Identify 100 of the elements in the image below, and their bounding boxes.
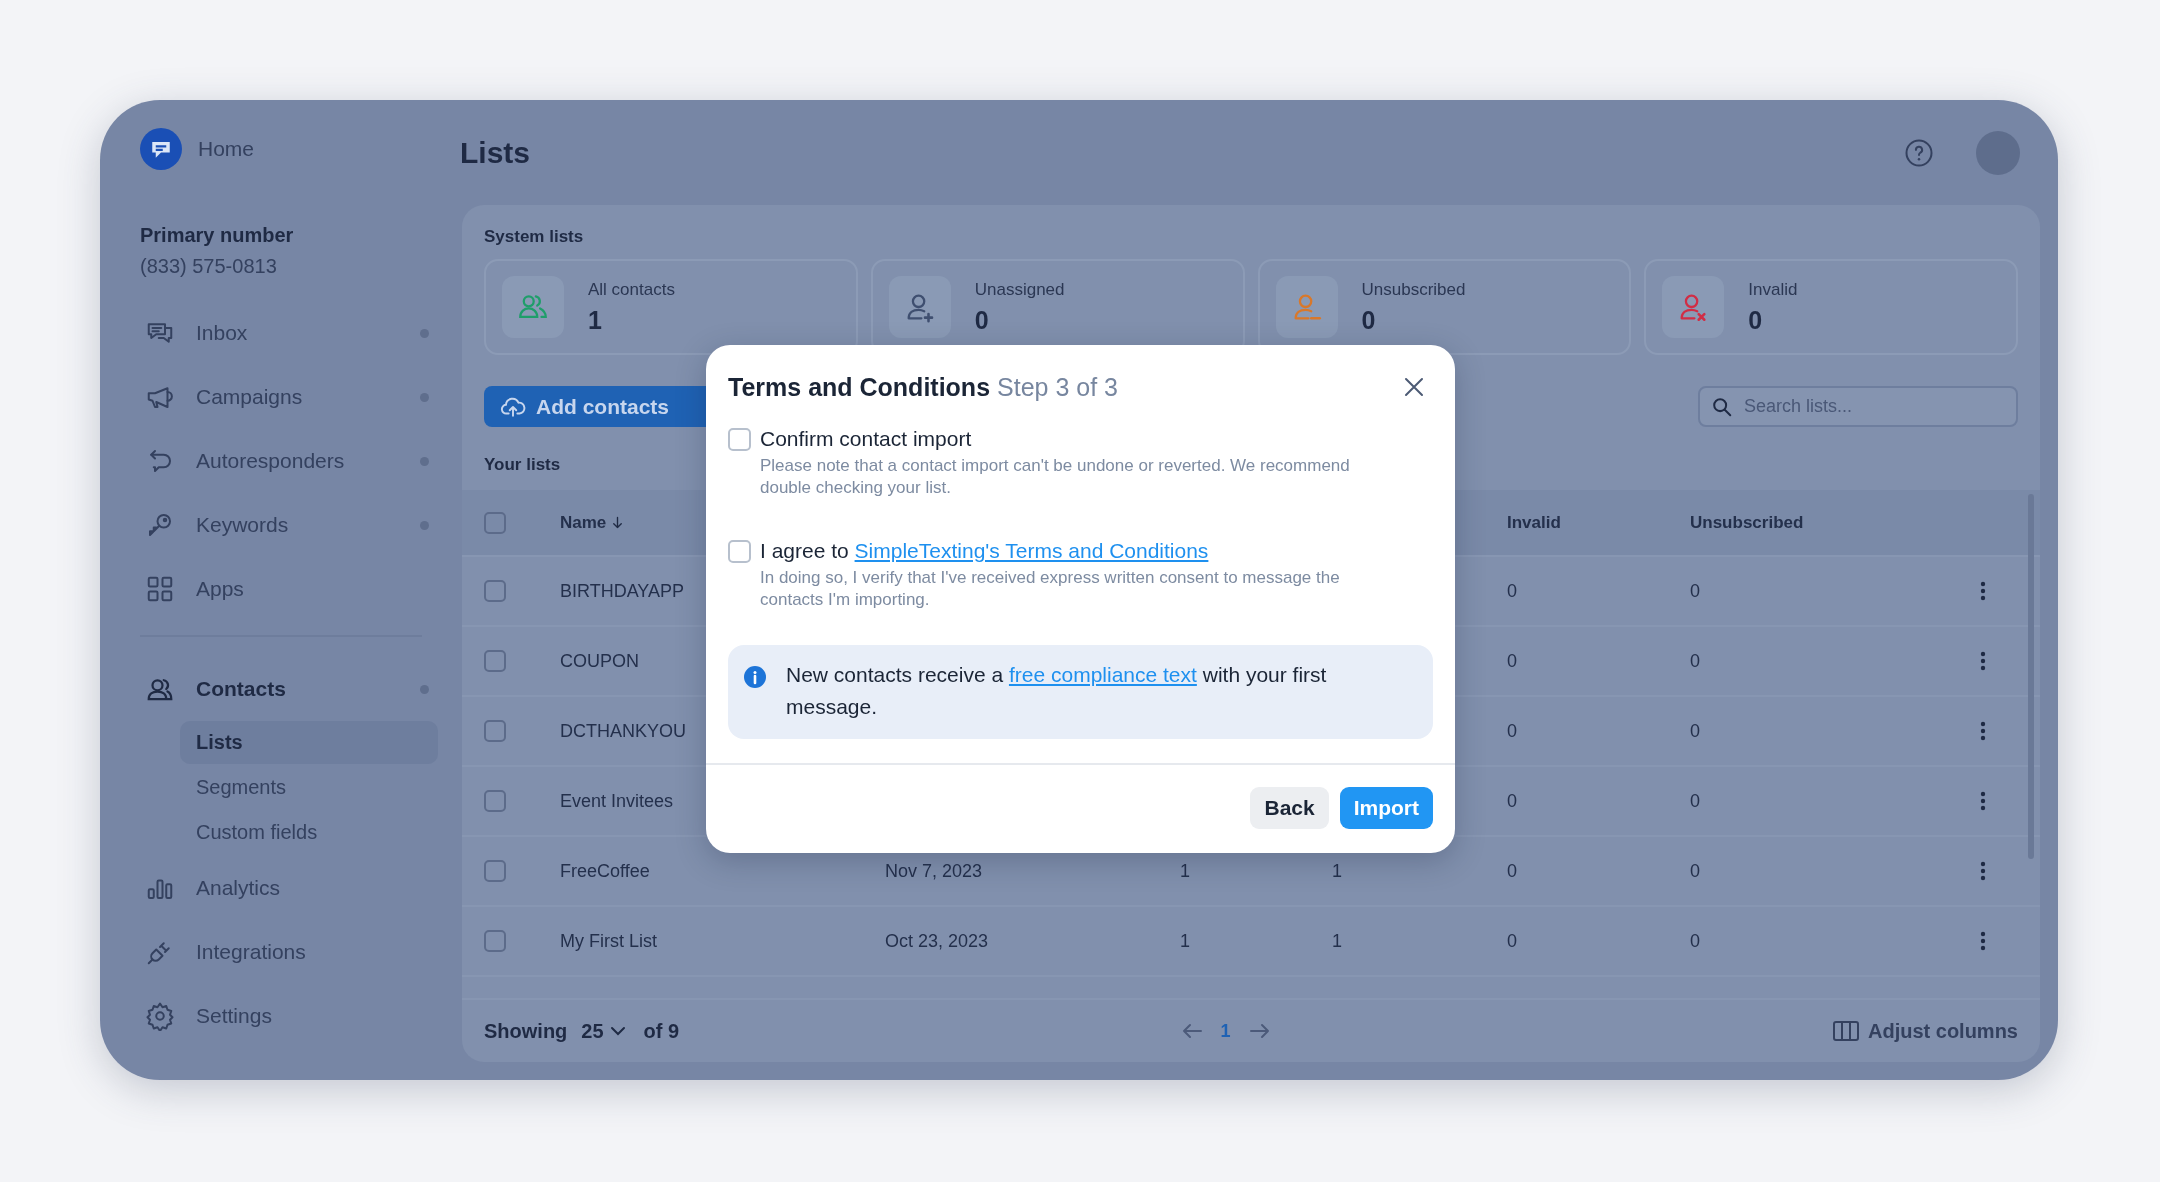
nav-item[interactable]: Analytics <box>140 856 462 920</box>
checkbox[interactable] <box>728 428 751 451</box>
table-cell: DCTHANKYOU <box>560 720 686 742</box>
nav-item[interactable]: Integrations <box>140 920 462 984</box>
right-arrow-icon[interactable] <box>1248 1022 1271 1040</box>
row-checkbox[interactable] <box>484 720 506 742</box>
info-message: New contacts receive a free compliance text with your first message. <box>786 662 1328 720</box>
table-cell: BIRTHDAYAPP <box>560 580 685 602</box>
table-cell: 1 <box>1332 930 1342 952</box>
table-cell: 0 <box>1690 650 1700 672</box>
close-icon[interactable] <box>1403 376 1425 398</box>
table-cell: 1 <box>1180 930 1190 952</box>
left-arrow-icon[interactable] <box>1180 1022 1203 1040</box>
table-cell: COUPON <box>560 650 639 672</box>
column-header[interactable]: Invalid <box>1507 512 1561 533</box>
nav-subitem[interactable]: Lists <box>180 721 438 764</box>
primary-number: (833) 575-0813 <box>140 255 278 278</box>
table-cell: Nov 7, 2023 <box>885 860 983 882</box>
more-options-icon[interactable] <box>1980 930 1986 952</box>
column-header[interactable]: Unsubscribed <box>1690 512 1804 533</box>
row-checkbox[interactable] <box>484 580 506 602</box>
card-label: Unsubscribed <box>1361 279 1466 300</box>
nav-subitem[interactable]: Segments <box>180 766 438 809</box>
table-cell: 0 <box>1690 720 1700 742</box>
more-options-icon[interactable] <box>1980 720 1986 742</box>
logo-icon[interactable] <box>140 128 182 170</box>
table-cell: 0 <box>1507 930 1517 952</box>
table-cell: 0 <box>1507 790 1517 812</box>
compliance-text-link[interactable]: free compliance text <box>1008 663 1197 686</box>
column-header-label: Name <box>560 512 607 533</box>
row-checkbox[interactable] <box>484 790 506 812</box>
nav-item[interactable]: Autoresponders <box>140 429 462 493</box>
help-icon[interactable] <box>1904 137 1934 168</box>
nav-item[interactable]: Apps <box>140 557 462 621</box>
home-link[interactable]: Home <box>198 137 255 161</box>
nav-item[interactable]: Contacts <box>140 657 462 721</box>
row-checkbox[interactable] <box>484 650 506 672</box>
card-label: Invalid <box>1748 279 1798 300</box>
table-cell: My First List <box>560 930 657 952</box>
table-cell: 1 <box>1180 860 1190 882</box>
card-count: 0 <box>1748 305 1764 335</box>
table-cell: 1 <box>1332 860 1342 882</box>
section-title: System lists <box>484 227 584 247</box>
nav-item[interactable]: Campaigns <box>140 365 462 429</box>
row-checkbox[interactable] <box>484 930 506 952</box>
checkbox-description: In doing so, I verify that I've received express written consent to message the contacts I'm importing. <box>760 567 1341 611</box>
more-options-icon[interactable] <box>1980 650 1986 672</box>
page-size-dropdown[interactable]: 25 <box>581 1019 626 1043</box>
import-button[interactable]: Import <box>1339 787 1433 829</box>
table-cell: 0 <box>1507 580 1517 602</box>
checkbox-label: I agree to SimpleTexting's Terms and Conditions <box>760 539 1210 563</box>
table-cell: Oct 23, 2023 <box>885 930 989 952</box>
checkbox-description: Please note that a contact import can't be undone or reverted. We recommend double checking your list. <box>760 455 1351 499</box>
total-pages-label: of 9 <box>643 1019 680 1043</box>
more-options-icon[interactable] <box>1980 580 1986 602</box>
table-cell: 0 <box>1507 720 1517 742</box>
checkbox-label: Confirm contact import <box>760 427 973 451</box>
nav-item[interactable]: Settings <box>140 984 462 1048</box>
table-cell: 0 <box>1690 580 1700 602</box>
card-count: 0 <box>974 305 990 335</box>
columns-icon <box>1832 1020 1860 1042</box>
avatar[interactable] <box>1976 130 2020 175</box>
page-number[interactable]: 1 <box>1220 1020 1231 1042</box>
select-all-checkbox[interactable] <box>484 511 506 534</box>
back-button[interactable]: Back <box>1250 787 1329 829</box>
table-cell: 0 <box>1690 930 1700 952</box>
search-icon <box>1711 396 1733 418</box>
adjust-columns-button[interactable]: Adjust columns <box>1832 1019 2018 1043</box>
showing-label: Showing <box>484 1019 568 1043</box>
nav-subitem[interactable]: Custom fields <box>180 811 438 854</box>
nav-item[interactable]: Inbox <box>140 301 462 365</box>
column-header[interactable]: Name <box>560 512 885 533</box>
row-checkbox[interactable] <box>484 860 506 882</box>
terms-link[interactable]: SimpleTexting's Terms and Conditions <box>854 539 1209 562</box>
table-cell: 0 <box>1690 860 1700 882</box>
gear-icon <box>145 1001 175 1031</box>
list-card[interactable]: Invalid 0 <box>1644 259 2018 355</box>
page-title: Lists <box>460 135 532 170</box>
table-cell: 0 <box>1507 860 1517 882</box>
scrollbar[interactable] <box>2028 494 2034 859</box>
search-field[interactable]: Search lists... <box>1698 386 2018 427</box>
checkbox[interactable] <box>728 540 751 563</box>
dialog-title: Terms and Conditions <box>728 372 991 401</box>
step-indicator: Step 3 of 3 <box>997 372 1118 401</box>
card-count: 1 <box>588 305 603 335</box>
card-count: 0 <box>1361 305 1377 335</box>
section-title: Your lists <box>484 455 561 475</box>
primary-number-label: Primary number <box>140 224 295 247</box>
table-cell: Event Invitees <box>560 790 674 812</box>
info-icon <box>744 666 766 688</box>
more-options-icon[interactable] <box>1980 860 1986 882</box>
table-cell: 0 <box>1690 790 1700 812</box>
chevron-down-icon <box>609 1025 626 1037</box>
card-label: All contacts <box>588 279 675 300</box>
card-label: Unassigned <box>974 279 1065 300</box>
grid-icon <box>145 574 175 604</box>
table-cell: 0 <box>1507 650 1517 672</box>
nav-item[interactable]: Keywords <box>140 493 462 557</box>
more-options-icon[interactable] <box>1980 790 1986 812</box>
table-cell: FreeCoffee <box>560 860 650 882</box>
